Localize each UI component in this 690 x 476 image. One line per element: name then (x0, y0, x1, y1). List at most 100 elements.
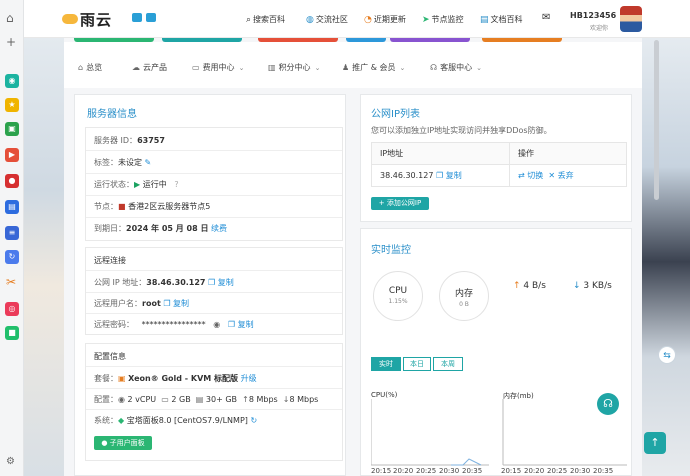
memory-x-tick-5: 20:35 (593, 467, 614, 475)
cpu-gauge: CPU 1.15% (373, 271, 423, 321)
app-icon-2[interactable]: ▣ (5, 122, 19, 136)
user-icon: ● (101, 439, 108, 447)
add-public-ip-button[interactable]: + 添加公网IP (371, 197, 429, 210)
tab-billing[interactable]: ▭ 费用中心 ⌄ (192, 62, 244, 73)
cloud-icon: ☁ (132, 63, 140, 72)
renew-link[interactable]: 续费 (211, 224, 227, 233)
nav-docs[interactable]: ▤ 文档百科 (480, 14, 523, 25)
upgrade-link[interactable]: 升级 (241, 374, 257, 383)
expire-value: 2024 年 05 月 08 日 (126, 224, 209, 233)
col-ip: IP地址 (371, 142, 510, 165)
eye-icon[interactable]: ◎ (5, 302, 19, 316)
nav-search[interactable]: ⌕ 搜索百科 (246, 14, 285, 25)
nav-community[interactable]: ◍ 交流社区 (306, 14, 348, 25)
home-icon: ⌂ (78, 63, 84, 72)
points-icon: ▥ (268, 63, 276, 72)
monitor-charts (371, 399, 627, 466)
tab-cloud-products[interactable]: ☁ 云产品 (132, 62, 167, 73)
range-realtime-button[interactable]: 实时 (371, 357, 401, 371)
monitor-title: 实时监控 (371, 245, 411, 256)
table-row: 38.46.30.127 ❐ 复制 ⇄ 切换 ✕ 丢弃 (371, 164, 627, 187)
app-icon-6[interactable]: ↻ (5, 250, 19, 264)
os-value: 宝塔面板8.0 [CentOS7.9/LNMP] (126, 416, 248, 425)
refresh-icon[interactable]: ↻ (250, 416, 257, 425)
copy-button[interactable]: ❐ 复制 (436, 171, 462, 180)
settings-icon[interactable]: ⚙ (6, 456, 15, 468)
cpu-x-tick-1: 20:15 (371, 467, 392, 475)
expire-row: 到期日：2024 年 05 月 08 日 续费 (94, 224, 228, 233)
avatar[interactable] (620, 6, 642, 32)
cpu-gauge-value: 1.15% (388, 298, 408, 305)
tag-row: 标签：未设定 ✎ (94, 158, 152, 167)
app-icon-3[interactable]: ▶ (5, 148, 19, 162)
memory-x-tick-1: 20:15 (501, 467, 522, 475)
basic-info-section: 服务器 ID：63757 标签：未设定 ✎ 运行状态：▶ 运行中 ? 节点：■ … (85, 127, 343, 241)
ip-list-card: 公网IP列表 您可以添加独立IP地址实现访问并独享DDos防御。 IP地址 操作… (360, 94, 632, 222)
headset-icon: ☊ (430, 63, 438, 72)
tab-overview[interactable]: ⌂ 总览 (78, 62, 102, 73)
cloud-logo-icon (62, 14, 78, 24)
home-icon[interactable]: ⌂ (6, 12, 14, 24)
app-icon-4[interactable]: ● (5, 174, 19, 188)
money-icon: ▭ (192, 63, 200, 72)
password-row: 远程密码： **************** ◉ ❐ 复制 (94, 320, 254, 329)
tab-support[interactable]: ☊ 客服中心 ⌄ (430, 62, 482, 73)
nav-updates[interactable]: ◔ 近期更新 (364, 14, 406, 25)
eye-icon[interactable]: ◉ (213, 320, 220, 329)
doc-icon[interactable]: ≡ (5, 226, 19, 240)
ram-icon: ▭ (161, 395, 169, 404)
switch-button[interactable]: ⇄ 切换 (518, 171, 543, 180)
user-row: 远程用户名：root ❐ 复制 (94, 299, 190, 308)
memory-x-tick-4: 20:30 (570, 467, 591, 475)
mail-icon[interactable]: ✉ (542, 12, 550, 23)
background-art-right (640, 0, 690, 476)
cpu-icon: ◉ (118, 395, 125, 404)
scrollbar-thumb[interactable] (654, 40, 659, 200)
status-value: 运行中 (142, 180, 167, 189)
user-name[interactable]: HB123456 (570, 11, 616, 20)
copy-password-button[interactable]: ❐ 复制 (228, 320, 254, 329)
edit-icon[interactable]: ✎ (145, 158, 152, 167)
add-icon[interactable]: + (6, 36, 16, 48)
copy-user-button[interactable]: ❐ 复制 (163, 299, 189, 308)
search-icon: ⌕ (246, 15, 252, 25)
logo[interactable]: 雨云 (62, 9, 112, 30)
image-icon[interactable] (146, 13, 156, 22)
back-to-top-button[interactable]: ↑ (644, 432, 666, 454)
star-icon[interactable]: ★ (5, 98, 19, 112)
range-week-button[interactable]: 本周 (433, 357, 463, 371)
translate-icon[interactable]: ⇆ (658, 346, 676, 364)
scissors-icon[interactable]: ✂ (6, 276, 16, 288)
help-icon[interactable]: ? (174, 180, 178, 189)
upload-icon: ↑ (242, 395, 249, 404)
app-icon-7[interactable]: ■ (5, 326, 19, 340)
download-icon[interactable] (132, 13, 142, 22)
app-icon-5[interactable]: ▤ (5, 200, 19, 214)
server-id-value: 63757 (137, 136, 165, 145)
memory-gauge: 内存 0 B (439, 271, 489, 321)
tab-points[interactable]: ▥ 积分中心 ⌄ (268, 62, 320, 73)
chevron-down-icon: ⌄ (238, 64, 245, 72)
chat-icon: ◍ (306, 15, 314, 25)
remote-title: 远程连接 (94, 256, 126, 265)
main-tabs: ⌂ 总览 ☁ 云产品 ▭ 费用中心 ⌄ ▥ 积分中心 ⌄ ♟ 推广 & 会员 ⌄ ☊ 客服中心 ⌄ (64, 42, 642, 88)
range-today-button[interactable]: 本日 (403, 357, 431, 371)
chevron-down-icon: ⌄ (399, 64, 406, 72)
support-chat-button[interactable]: ☊ (597, 393, 619, 415)
net-down: ↓ 3 KB/s (573, 281, 612, 291)
node-value: 香港2区云服务器节点5 (128, 202, 211, 211)
nav-node-monitor[interactable]: ➤ 节点监控 (422, 14, 464, 25)
logo-text: 雨云 (80, 11, 113, 29)
server-info-card: 服务器信息 服务器 ID：63757 标签：未设定 ✎ 运行状态：▶ 运行中 ?… (74, 94, 346, 476)
hk-flag-icon: ■ (118, 202, 126, 211)
plan-row: 套餐：▣ Xeon® Gold - KVM 标配版 升级 (94, 374, 257, 383)
arrow-up-icon: ↑ (513, 281, 521, 291)
discard-button[interactable]: ✕ 丢弃 (548, 171, 573, 180)
memory-gauge-label: 内存 (454, 289, 473, 299)
top-header: 雨云 ⌕ 搜索百科 ◍ 交流社区 ◔ 近期更新 ➤ 节点监控 ▤ 文档百科 ✉ HB123… (24, 0, 690, 38)
app-icon-1[interactable]: ◉ (5, 74, 19, 88)
sub-user-panel-button[interactable]: ● 子用户面板 (94, 436, 152, 450)
tab-promotion[interactable]: ♟ 推广 & 会员 ⌄ (342, 62, 405, 73)
copy-ip-button[interactable]: ❐ 复制 (208, 278, 234, 287)
cpu-chart-label: CPU(%) (371, 391, 398, 399)
